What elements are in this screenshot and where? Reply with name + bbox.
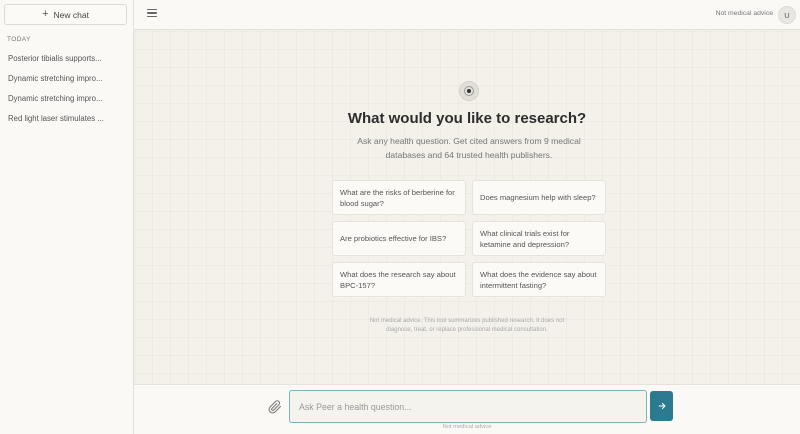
history-item[interactable]: Posterior tibialis supports... (0, 48, 133, 68)
composer-bar: Not medical advice (134, 384, 800, 434)
medical-disclaimer-note: Not medical advice. This tool summarizes… (369, 318, 565, 333)
top-bar: Not medical advice U (134, 0, 800, 30)
suggestion-grid: What are the risks of berberine for bloo… (332, 180, 607, 297)
new-chat-button[interactable]: + New chat (4, 4, 127, 25)
history-item[interactable]: Red light laser stimulates ... (0, 108, 133, 128)
arrow-right-icon (658, 402, 665, 410)
hamburger-menu-icon[interactable] (147, 9, 157, 19)
send-button[interactable] (650, 391, 673, 421)
logo-icon (459, 81, 479, 101)
main-content: What would you like to research? Ask any… (134, 31, 800, 384)
page-subtitle: Ask any health question. Get cited answe… (357, 136, 581, 160)
history-item[interactable]: Dynamic stretching impro... (0, 88, 133, 108)
suggestion-card[interactable]: What does the research say about BPC-157… (332, 262, 466, 297)
history-section-label: TODAY (7, 36, 31, 43)
suggestion-card[interactable]: Are probiotics effective for IBS? (332, 221, 466, 256)
history-item[interactable]: Dynamic stretching impro... (0, 68, 133, 88)
page-title: What would you like to research? (347, 110, 587, 127)
composer-disclaimer: Not medical advice (442, 424, 492, 430)
paperclip-icon[interactable] (268, 399, 282, 415)
suggestion-card[interactable]: What are the risks of berberine for bloo… (332, 180, 466, 215)
new-chat-label: New chat (53, 9, 89, 20)
sidebar: + New chat TODAY Posterior tibialis supp… (0, 0, 134, 434)
chat-input[interactable] (289, 390, 647, 423)
plus-icon: + (42, 8, 49, 20)
suggestion-card[interactable]: What does the evidence say about intermi… (472, 262, 606, 297)
suggestion-card[interactable]: What clinical trials exist for ketamine … (472, 221, 606, 256)
avatar[interactable]: U (778, 6, 796, 24)
chat-history-list: Posterior tibialis supports... Dynamic s… (0, 48, 133, 128)
header-disclaimer: Not medical advice (715, 10, 773, 17)
suggestion-card[interactable]: Does magnesium help with sleep? (472, 180, 606, 215)
